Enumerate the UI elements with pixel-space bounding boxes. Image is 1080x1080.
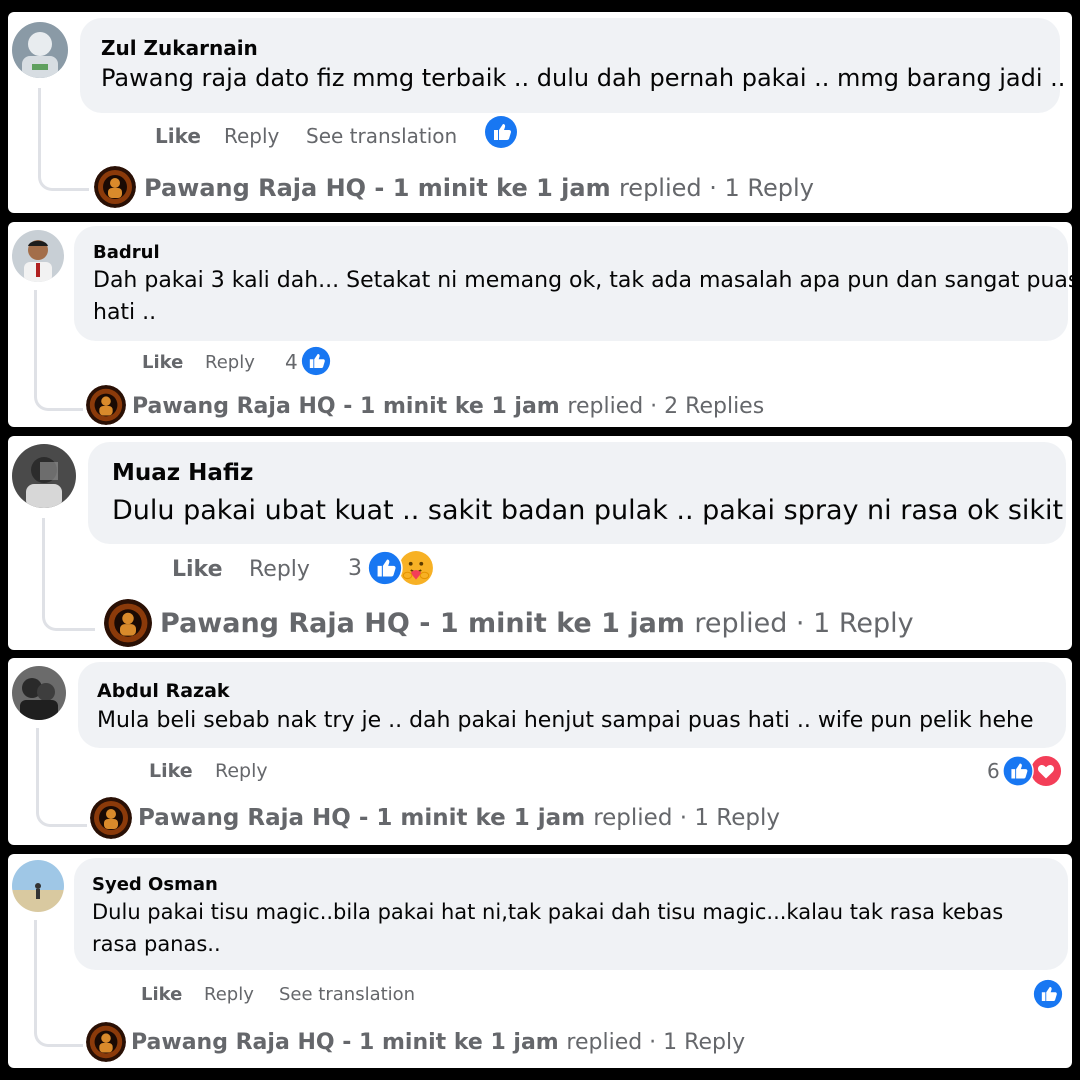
reply-page-name[interactable]: Pawang Raja HQ - 1 minit ke 1 jam — [131, 1030, 559, 1055]
reply-status[interactable]: replied · 1 Reply — [566, 1030, 745, 1055]
like-button[interactable]: Like — [155, 124, 201, 148]
reply-summary[interactable]: Pawang Raja HQ - 1 minit ke 1 jam replie… — [144, 174, 814, 202]
avatar[interactable] — [12, 22, 68, 78]
reply-button[interactable]: Reply — [215, 760, 268, 782]
reply-page-name[interactable]: Pawang Raja HQ - 1 minit ke 1 jam — [160, 608, 685, 639]
comment-author[interactable]: Abdul Razak — [97, 680, 230, 702]
comment-author[interactable]: Syed Osman — [92, 874, 218, 895]
reaction-count[interactable]: 6 — [987, 759, 1000, 783]
reply-page-name[interactable]: Pawang Raja HQ - 1 minit ke 1 jam — [138, 805, 585, 831]
care-reaction-icon[interactable] — [398, 550, 434, 586]
comment-text: Pawang raja dato fiz mmg terbaik .. dulu… — [101, 64, 1066, 92]
comment-text-line-2: rasa panas.. — [92, 932, 221, 956]
thread-line — [42, 518, 95, 631]
page-avatar[interactable] — [104, 599, 152, 647]
like-button[interactable]: Like — [172, 557, 223, 582]
comment-author[interactable]: Zul Zukarnain — [101, 36, 258, 60]
comment-text-line-1: Dah pakai 3 kali dah... Setakat ni meman… — [93, 268, 1072, 293]
like-reaction-icon[interactable] — [484, 115, 518, 149]
comment-text-line-2: hati .. — [93, 300, 157, 325]
reply-button[interactable]: Reply — [249, 557, 310, 582]
comment-author[interactable]: Muaz Hafiz — [112, 460, 253, 486]
reaction-count[interactable]: 4 — [285, 350, 298, 374]
reaction-count[interactable]: 3 — [348, 556, 362, 581]
thread-line — [36, 728, 87, 827]
reply-status[interactable]: replied · 1 Reply — [593, 805, 780, 831]
reply-summary[interactable]: Pawang Raja HQ - 1 minit ke 1 jam replie… — [132, 394, 764, 419]
comment-card: Abdul Razak Mula beli sebab nak try je .… — [8, 658, 1072, 845]
comment-text-line-1: Dulu pakai tisu magic..bila pakai hat ni… — [92, 900, 1004, 924]
like-button[interactable]: Like — [141, 984, 182, 1005]
reply-button[interactable]: Reply — [224, 124, 279, 148]
love-reaction-icon[interactable] — [1030, 755, 1062, 787]
reply-page-name[interactable]: Pawang Raja HQ - 1 minit ke 1 jam — [132, 394, 560, 419]
like-button[interactable]: Like — [142, 352, 183, 373]
comment-card: Badrul Dah pakai 3 kali dah... Setakat n… — [8, 222, 1072, 427]
reply-status[interactable]: replied · 1 Reply — [694, 608, 913, 639]
thread-line — [38, 88, 89, 191]
avatar[interactable] — [12, 860, 64, 912]
avatar[interactable] — [12, 444, 76, 508]
reply-summary[interactable]: Pawang Raja HQ - 1 minit ke 1 jam replie… — [160, 608, 914, 639]
page-avatar[interactable] — [90, 797, 132, 839]
reply-page-name[interactable]: Pawang Raja HQ - 1 minit ke 1 jam — [144, 174, 611, 202]
see-translation-link[interactable]: See translation — [306, 124, 457, 148]
page-avatar[interactable] — [94, 166, 136, 208]
reply-status[interactable]: replied · 2 Replies — [567, 394, 764, 419]
reply-button[interactable]: Reply — [204, 984, 254, 1005]
avatar[interactable] — [12, 230, 64, 282]
reply-button[interactable]: Reply — [205, 352, 255, 373]
like-reaction-icon[interactable] — [301, 346, 331, 376]
comment-text: Mula beli sebab nak try je .. dah pakai … — [97, 708, 1034, 733]
comment-card: Syed Osman Dulu pakai tisu magic..bila p… — [8, 854, 1072, 1068]
comment-card: Muaz Hafiz Dulu pakai ubat kuat .. sakit… — [8, 436, 1072, 650]
like-reaction-icon[interactable] — [367, 550, 403, 586]
reply-summary[interactable]: Pawang Raja HQ - 1 minit ke 1 jam replie… — [131, 1030, 745, 1055]
comment-card: Zul Zukarnain Pawang raja dato fiz mmg t… — [8, 12, 1072, 213]
reply-summary[interactable]: Pawang Raja HQ - 1 minit ke 1 jam replie… — [138, 805, 780, 831]
like-button[interactable]: Like — [149, 760, 193, 782]
page-avatar[interactable] — [86, 1022, 126, 1062]
like-reaction-icon[interactable] — [1033, 979, 1063, 1009]
comment-text: Dulu pakai ubat kuat .. sakit badan pula… — [112, 495, 1072, 526]
comment-author[interactable]: Badrul — [93, 242, 160, 263]
avatar[interactable] — [12, 666, 66, 720]
reply-status[interactable]: replied · 1 Reply — [619, 174, 814, 202]
page-avatar[interactable] — [86, 385, 126, 425]
see-translation-link[interactable]: See translation — [279, 984, 415, 1005]
like-reaction-icon[interactable] — [1002, 755, 1034, 787]
